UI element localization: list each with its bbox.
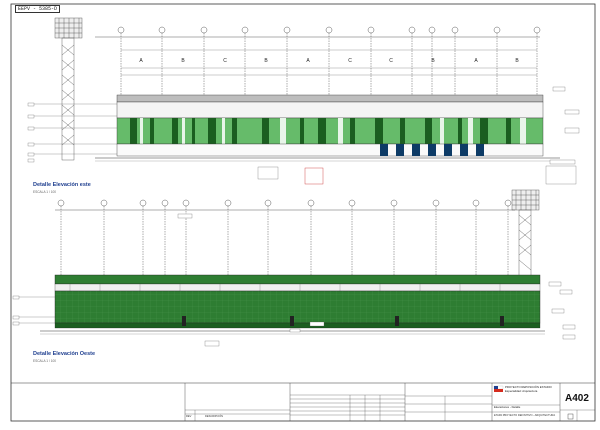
bay-letter: C	[223, 58, 227, 64]
bay-letter: B	[181, 58, 185, 64]
bay-letter: B	[515, 58, 519, 64]
project-specialty-line: Especialidad: Arquitectura	[505, 389, 538, 393]
east-level-markers	[27, 102, 117, 163]
bay-letter: A	[139, 58, 143, 64]
drawing-scale-east: ESCALA 1 / 100	[33, 190, 57, 194]
west-elevation-building	[40, 274, 545, 335]
bay-letter: C	[389, 58, 393, 64]
east-elevation-building	[95, 94, 560, 162]
bay-letter: B	[431, 58, 435, 64]
bay-letter: B	[264, 58, 268, 64]
description-column-header: DESCRIPCIÓN	[205, 415, 224, 418]
stage-footer: ETAPA PROYECTO DEFINITIVO - ARQUITECTURA	[494, 414, 556, 417]
sheet-reference-tag: EEPV - 5385-D	[15, 5, 61, 13]
sheet-number: A402	[565, 393, 589, 404]
bay-letter: A	[474, 58, 478, 64]
bay-letter: C	[348, 58, 352, 64]
sheet-rev-box	[567, 413, 574, 420]
callout-box	[177, 213, 193, 219]
bay-letter-row: A B C B A C C B A B	[139, 58, 519, 64]
callout-box	[257, 166, 279, 180]
east-right-callouts	[545, 86, 580, 185]
red-callout	[304, 167, 324, 185]
west-axis-markers	[55, 199, 515, 275]
drawing-title-west: Detalle Elevación Oeste	[33, 351, 96, 357]
sheet-border	[10, 3, 596, 422]
sheet-svg: A B C B A C C B A B	[10, 3, 596, 422]
drawing-sheet: A B C B A C C B A B EEPV - 5385-D Detall…	[0, 0, 600, 425]
drawing-title-east: Detalle Elevación este	[33, 182, 91, 188]
drawing-name-line: Elevaciones - Detalle	[494, 405, 521, 409]
rev-column-header: REV	[186, 415, 192, 418]
drawing-scale-west: ESCALA 1 / 100	[33, 359, 57, 363]
government-logo	[493, 385, 504, 392]
bay-letter: A	[306, 58, 310, 64]
light-tower-top	[54, 17, 83, 161]
